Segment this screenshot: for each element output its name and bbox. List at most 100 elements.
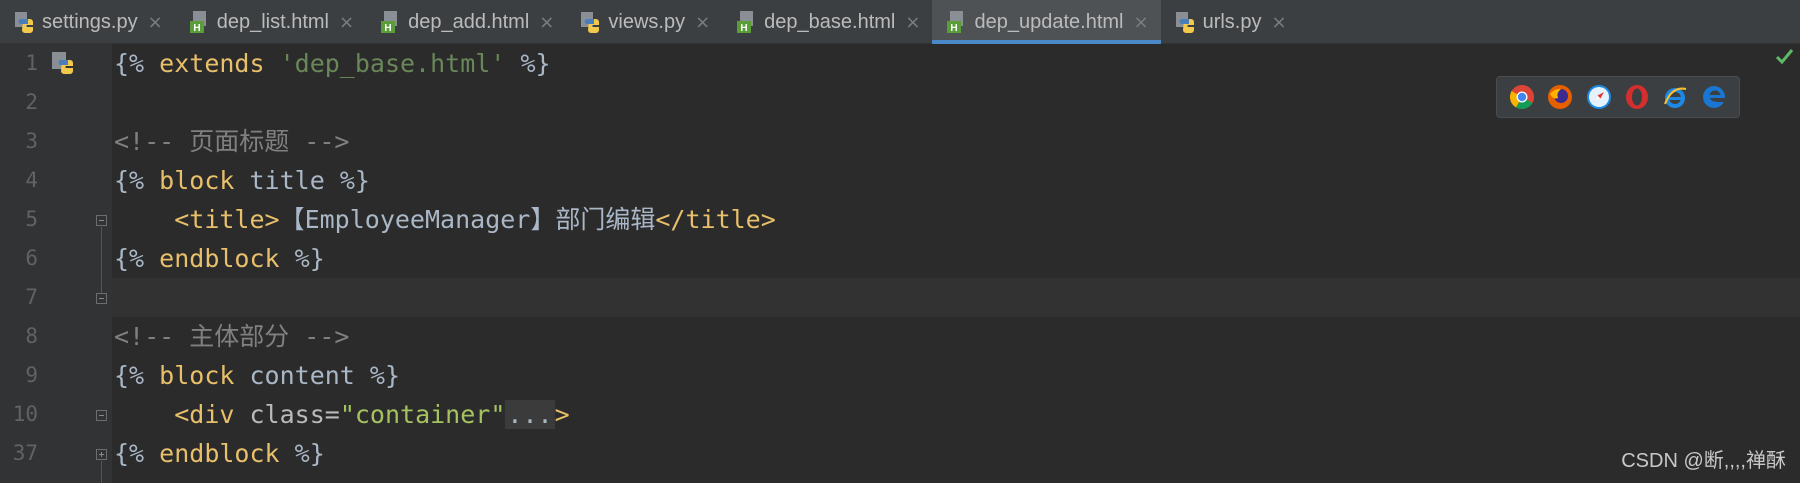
- svg-text:H: H: [384, 23, 391, 34]
- line-number: 37: [12, 441, 38, 465]
- close-icon[interactable]: ×: [339, 12, 354, 33]
- python-file-icon: [14, 10, 36, 34]
- fold-toggle[interactable]: [96, 215, 107, 226]
- fold-toggle[interactable]: [96, 293, 107, 304]
- chrome-icon[interactable]: [1509, 84, 1535, 110]
- template-keyword: block: [159, 166, 235, 195]
- html-file-icon: H: [946, 10, 968, 34]
- template-tag-close: %}: [294, 439, 325, 468]
- line-number: 10: [12, 402, 38, 426]
- html-file-icon: H: [189, 10, 211, 34]
- tab-label: dep_list.html: [216, 10, 329, 33]
- code-line-10: <div class="container"...>: [114, 395, 570, 434]
- template-keyword: block: [159, 361, 235, 390]
- template-tag-open: {%: [114, 439, 145, 468]
- code-line-9: {% block content %}: [114, 356, 400, 395]
- fold-expand-toggle[interactable]: [96, 449, 107, 460]
- fold-guide: [101, 461, 102, 483]
- line-number: 9: [25, 363, 38, 387]
- template-keyword: endblock: [159, 244, 280, 273]
- html-comment: <!-- 页面标题 -->: [114, 127, 350, 156]
- block-name: title: [249, 166, 325, 195]
- opera-icon[interactable]: [1624, 84, 1650, 110]
- line-number: 1: [25, 51, 38, 75]
- title-text: 【EmployeeManager】部门编辑: [279, 205, 656, 234]
- line-number: 2: [25, 90, 38, 114]
- code-line-8: <!-- 主体部分 -->: [114, 317, 349, 356]
- svg-text:H: H: [193, 23, 200, 34]
- editor-tab-bar: settings.py × Hdep_list.html × Hdep_add.html…: [0, 0, 1800, 44]
- close-icon[interactable]: ×: [1133, 12, 1148, 33]
- folded-code-placeholder[interactable]: ...: [505, 400, 555, 429]
- html-tag-open: <title>: [174, 205, 280, 234]
- line-number: 3: [25, 129, 38, 153]
- tab-dep_update-html[interactable]: Hdep_update.html ×: [932, 0, 1161, 44]
- template-tag-open: {%: [114, 244, 145, 273]
- tab-label: settings.py: [42, 10, 138, 33]
- ie-icon[interactable]: [1662, 84, 1688, 110]
- html-file-icon: H: [736, 10, 758, 34]
- code-line-3: <!-- 页面标题 -->: [114, 122, 349, 161]
- attribute-equals: =: [324, 400, 340, 429]
- template-tag-open: {%: [114, 49, 145, 78]
- html-tag-close: </title>: [655, 205, 776, 234]
- close-icon[interactable]: ×: [148, 12, 163, 33]
- close-icon[interactable]: ×: [539, 12, 554, 33]
- line-number: 5: [25, 207, 38, 231]
- tab-label: dep_add.html: [408, 10, 530, 33]
- tab-label: urls.py: [1202, 10, 1262, 33]
- tab-views-py[interactable]: views.py ×: [566, 0, 722, 44]
- line-number: 6: [25, 246, 38, 270]
- string-literal: 'dep_base.html': [279, 49, 506, 78]
- tab-settings-py[interactable]: settings.py ×: [0, 0, 175, 44]
- html-comment: <!-- 主体部分 -->: [114, 322, 350, 351]
- close-icon[interactable]: ×: [1271, 12, 1286, 33]
- python-file-icon: [52, 52, 73, 74]
- template-keyword: endblock: [159, 439, 280, 468]
- line-number: 7: [25, 285, 38, 309]
- html-attribute: class: [249, 400, 325, 429]
- html-tag-open: <div: [174, 400, 235, 429]
- template-tag-open: {%: [114, 166, 145, 195]
- python-file-icon: [1175, 10, 1197, 34]
- template-keyword: extends: [159, 49, 265, 78]
- safari-icon[interactable]: [1586, 84, 1612, 110]
- tab-label: dep_base.html: [764, 10, 896, 33]
- template-tag-close: %}: [339, 166, 370, 195]
- code-line-4: {% block title %}: [114, 161, 370, 200]
- tab-dep_list-html[interactable]: Hdep_list.html ×: [175, 0, 366, 44]
- svg-text:H: H: [741, 23, 748, 34]
- template-tag-close: %}: [520, 49, 551, 78]
- tab-dep_base-html[interactable]: Hdep_base.html ×: [722, 0, 932, 44]
- close-icon[interactable]: ×: [905, 12, 920, 33]
- firefox-icon[interactable]: [1547, 84, 1573, 110]
- close-icon[interactable]: ×: [695, 12, 710, 33]
- inspection-ok-icon[interactable]: [1775, 46, 1795, 66]
- fold-toggle[interactable]: [96, 410, 107, 421]
- template-tag-close: %}: [294, 244, 325, 273]
- code-line-5: <title>【EmployeeManager】部门编辑</title>: [114, 200, 776, 239]
- attribute-value: "container": [339, 400, 506, 429]
- current-line-highlight: [112, 278, 1800, 317]
- edge-icon[interactable]: [1701, 84, 1727, 110]
- line-number: 8: [25, 324, 38, 348]
- tab-label: dep_update.html: [974, 10, 1124, 33]
- code-line-37: {% endblock %}: [114, 434, 325, 473]
- code-line-1: {% extends 'dep_base.html' %}: [114, 44, 551, 83]
- block-name: content: [249, 361, 355, 390]
- template-tag-open: {%: [114, 361, 145, 390]
- tab-dep_add-html[interactable]: Hdep_add.html ×: [366, 0, 566, 44]
- line-gutter: 1 2 3 4 5 6 7 8 9 10 37: [0, 44, 112, 483]
- watermark: CSDN @断,,,,禅酥: [1621, 450, 1786, 472]
- html-tag-end: >: [554, 400, 570, 429]
- template-tag-close: %}: [369, 361, 401, 390]
- code-line-6: {% endblock %}: [114, 239, 325, 278]
- html-file-icon: H: [380, 10, 402, 34]
- svg-text:H: H: [951, 23, 958, 34]
- fold-guide: [101, 227, 102, 294]
- tab-urls-py[interactable]: urls.py ×: [1161, 0, 1299, 44]
- open-in-browser-popup: [1496, 76, 1740, 118]
- python-file-icon: [580, 10, 602, 34]
- tab-label: views.py: [608, 10, 686, 33]
- line-number: 4: [25, 168, 38, 192]
